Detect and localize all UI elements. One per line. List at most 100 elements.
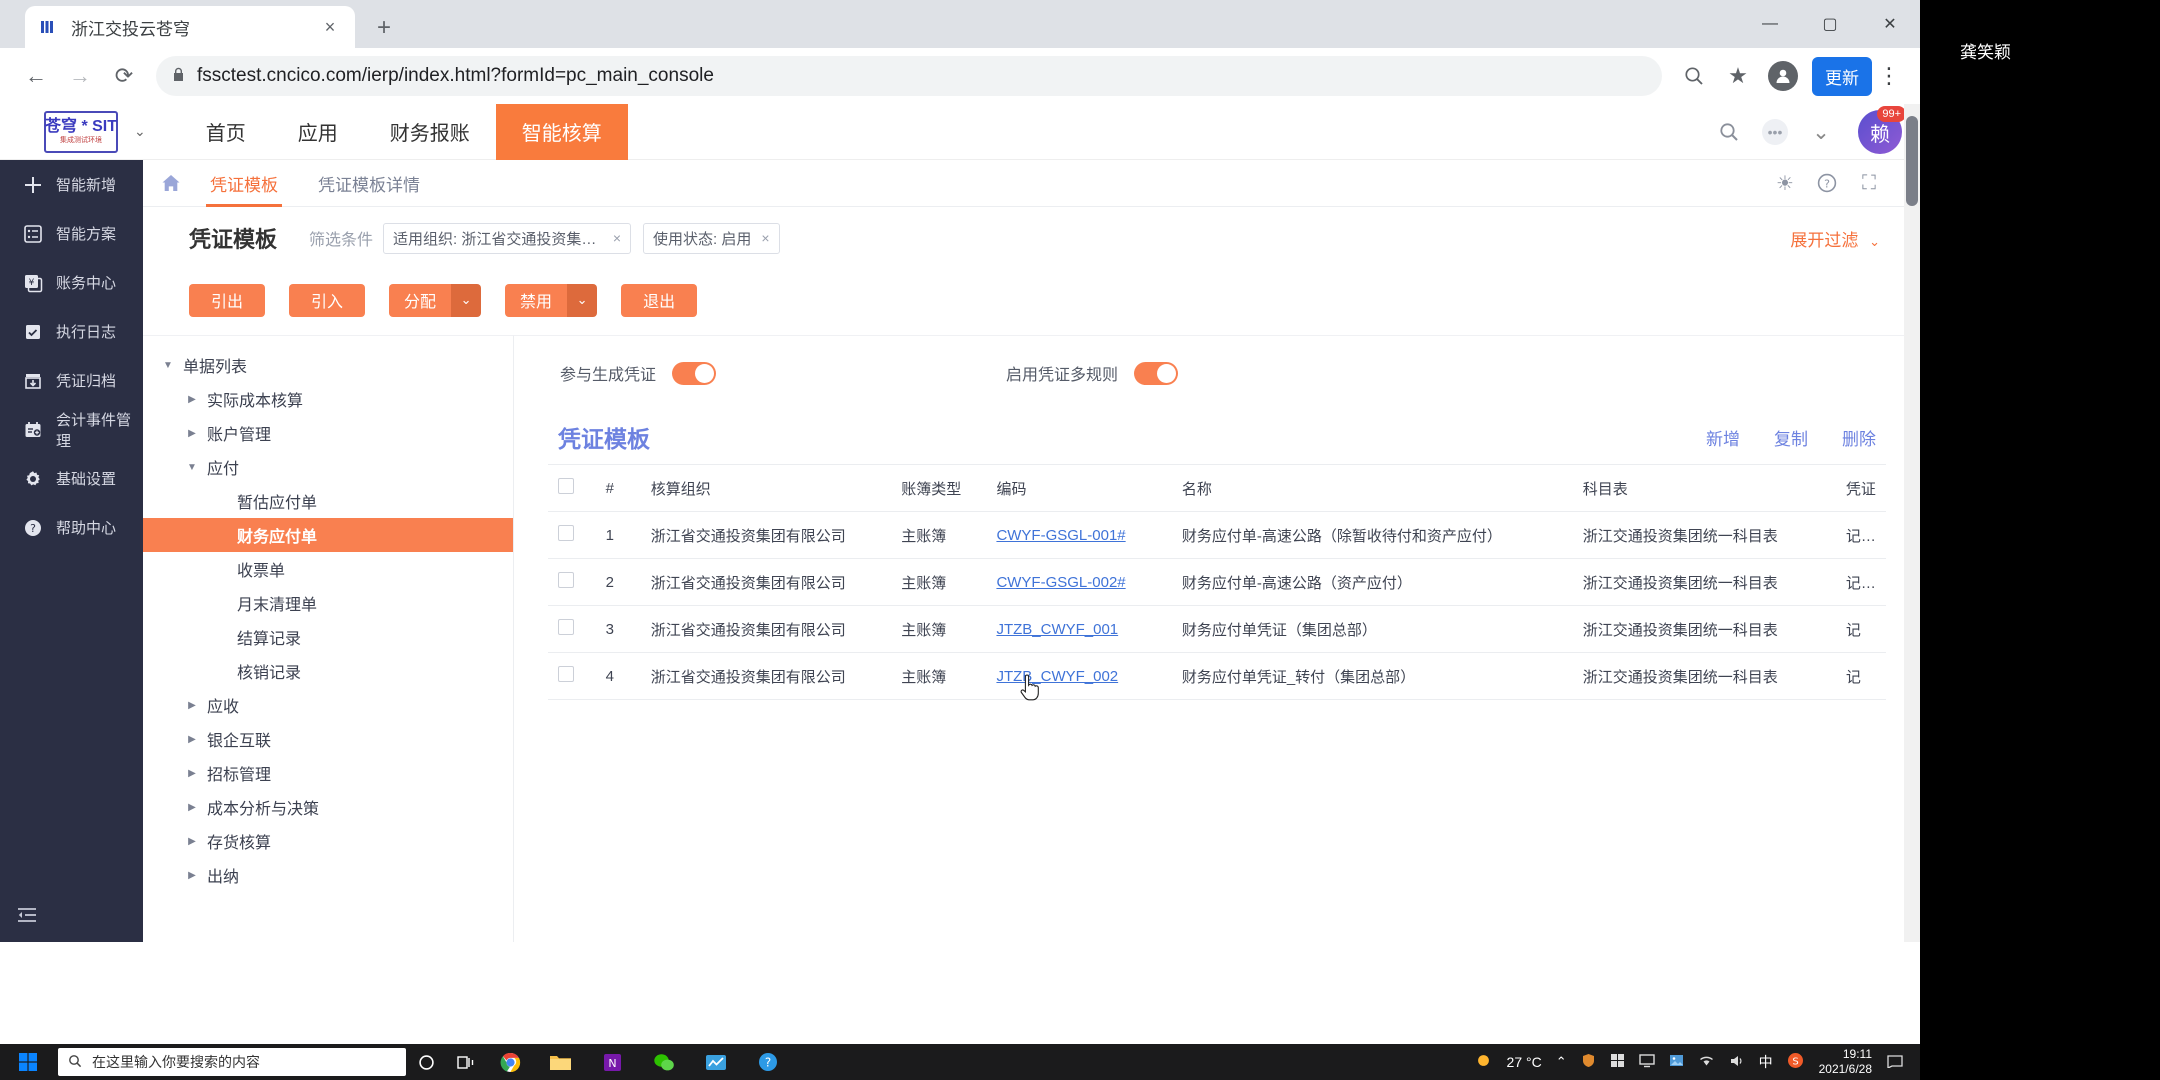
chevron-down-icon[interactable]: ⌄ <box>567 283 598 317</box>
checkbox[interactable] <box>558 666 574 682</box>
tree-node-inventory-accounting[interactable]: ▶ 存货核算 <box>143 824 513 858</box>
row-checkbox-cell[interactable] <box>548 652 596 700</box>
tree-node-estimated-payable[interactable]: 暂估应付单 <box>143 484 513 518</box>
tree-node-bank-enterprise[interactable]: ▶ 银企互联 <box>143 722 513 756</box>
monitor-icon[interactable] <box>1638 1053 1655 1071</box>
row-checkbox-cell[interactable] <box>548 511 596 559</box>
tab-close-icon[interactable]: × <box>317 14 343 40</box>
address-bar[interactable]: fssctest.cncico.com/ierp/index.html?form… <box>156 56 1662 96</box>
rail-item-accounting-events[interactable]: 会计事件管理 <box>0 405 143 454</box>
wifi-icon[interactable] <box>1698 1054 1715 1070</box>
checkbox[interactable] <box>558 478 574 494</box>
caret-right-icon[interactable]: ▶ <box>183 802 201 813</box>
help-icon[interactable]: ? <box>1806 162 1848 204</box>
chrome-icon[interactable] <box>486 1044 534 1080</box>
home-icon[interactable] <box>158 170 184 196</box>
user-avatar[interactable]: 赖 99+ <box>1858 106 1906 154</box>
select-all-header[interactable] <box>548 464 596 512</box>
expand-filter-button[interactable]: 展开过滤 ⌄ <box>1790 226 1880 251</box>
chevron-down-icon[interactable]: ⌄ <box>134 123 146 140</box>
tree-node-settlement-record[interactable]: 结算记录 <box>143 620 513 654</box>
checkbox[interactable] <box>558 572 574 588</box>
tree-node-actual-cost[interactable]: ▶ 实际成本核算 <box>143 382 513 416</box>
delete-button[interactable]: 删除 <box>1842 425 1876 450</box>
tray-expand-icon[interactable]: ⌃ <box>1556 1054 1567 1070</box>
row-checkbox-cell[interactable] <box>548 558 596 606</box>
exit-button[interactable]: 退出 <box>621 283 698 317</box>
tree-node-finance-payable[interactable]: 财务应付单 <box>143 518 513 552</box>
cell-code[interactable]: JTZB_CWYF_002 <box>986 652 1172 700</box>
ime-sogou-icon[interactable]: S <box>1787 1052 1804 1072</box>
onenote-icon[interactable]: N <box>586 1044 638 1080</box>
weather-temperature[interactable]: 27 °C <box>1507 1054 1542 1070</box>
start-icon[interactable] <box>0 1044 56 1080</box>
tree-node-month-end-clearing[interactable]: 月末清理单 <box>143 586 513 620</box>
caret-down-icon[interactable]: ▼ <box>159 360 177 371</box>
toggle-multi-rule[interactable]: 启用凭证多规则 <box>1006 361 1179 385</box>
caret-right-icon[interactable]: ▶ <box>183 768 201 779</box>
more-options-icon[interactable]: ••• <box>1752 109 1798 155</box>
bookmark-star-icon[interactable]: ★ <box>1716 54 1760 98</box>
table-row[interactable]: 3 浙江省交通投资集团有限公司 主账簿 JTZB_CWYF_001 财务应付单凭… <box>548 605 1886 653</box>
chart-app-icon[interactable] <box>690 1044 742 1080</box>
rail-item-help-center[interactable]: ? 帮助中心 <box>0 503 143 552</box>
table-row[interactable]: 1 浙江省交通投资集团有限公司 主账簿 CWYF-GSGL-001# 财务应付单… <box>548 511 1886 559</box>
cell-code[interactable]: CWYF-GSGL-002# <box>986 558 1172 606</box>
ime-language-indicator[interactable]: 中 <box>1759 1052 1773 1072</box>
caret-right-icon[interactable]: ▶ <box>183 836 201 847</box>
file-explorer-icon[interactable] <box>534 1044 586 1080</box>
window-minimize-button[interactable]: — <box>1740 0 1800 48</box>
nav-item-finance[interactable]: 财务报账 <box>364 104 496 160</box>
notification-icon[interactable] <box>1887 1054 1903 1071</box>
profile-avatar-icon[interactable] <box>1768 61 1798 91</box>
update-button[interactable]: 更新 <box>1812 56 1872 96</box>
cell-code[interactable]: JTZB_CWYF_001 <box>986 605 1172 653</box>
window-close-button[interactable]: ✕ <box>1860 0 1920 48</box>
chevron-down-icon[interactable]: ⌄ <box>1798 109 1844 155</box>
rail-item-smart-add[interactable]: 智能新增 <box>0 160 143 209</box>
toggle-generate-voucher[interactable]: 参与生成凭证 <box>560 361 717 385</box>
code-link[interactable]: JTZB_CWYF_002 <box>996 668 1118 685</box>
cell-code[interactable]: CWYF-GSGL-001# <box>986 511 1172 559</box>
caret-right-icon[interactable]: ▶ <box>183 700 201 711</box>
caret-right-icon[interactable]: ▶ <box>183 870 201 881</box>
close-icon[interactable]: × <box>613 230 621 246</box>
tab-voucher-template[interactable]: 凭证模板 <box>190 160 298 207</box>
row-checkbox-cell[interactable] <box>548 605 596 653</box>
rail-item-accounting-center[interactable]: ¥ 账务中心 <box>0 258 143 307</box>
tree-node-writeoff-record[interactable]: 核销记录 <box>143 654 513 688</box>
reload-icon[interactable]: ⟳ <box>102 54 146 98</box>
taskbar-clock[interactable]: 19:11 2021/6/28 <box>1819 1047 1872 1077</box>
chevron-down-icon[interactable]: ⌄ <box>451 283 482 317</box>
cortana-icon[interactable] <box>406 1044 446 1080</box>
nav-item-smart-accounting[interactable]: 智能核算 <box>495 104 628 160</box>
shield-icon[interactable] <box>1581 1053 1596 1071</box>
toggle-switch[interactable] <box>672 361 717 385</box>
nav-item-home[interactable]: 首页 <box>180 104 272 160</box>
tree-node-cost-analysis[interactable]: ▶ 成本分析与决策 <box>143 790 513 824</box>
checkbox[interactable] <box>558 525 574 541</box>
caret-right-icon[interactable]: ▶ <box>183 428 201 439</box>
rail-item-exec-log[interactable]: 执行日志 <box>0 307 143 356</box>
disable-split-button[interactable]: 禁用 ⌄ <box>505 283 598 317</box>
tree-node-cashier[interactable]: ▶ 出纳 <box>143 858 513 892</box>
code-link[interactable]: JTZB_CWYF_001 <box>996 621 1118 638</box>
browser-menu-icon[interactable]: ⋮ <box>1872 54 1906 98</box>
fullscreen-icon[interactable]: ⛶ <box>1848 162 1890 204</box>
grid-icon[interactable] <box>1610 1053 1625 1071</box>
code-link[interactable]: CWYF-GSGL-001# <box>996 527 1125 544</box>
code-link[interactable]: CWYF-GSGL-002# <box>996 574 1125 591</box>
wechat-icon[interactable] <box>638 1044 690 1080</box>
taskbar-search-input[interactable]: 在这里输入你要搜索的内容 <box>58 1048 406 1076</box>
tree-node-bidding-mgmt[interactable]: ▶ 招标管理 <box>143 756 513 790</box>
checkbox[interactable] <box>558 619 574 635</box>
table-row[interactable]: 4 浙江省交通投资集团有限公司 主账簿 JTZB_CWYF_002 财务应付单凭… <box>548 652 1886 700</box>
scrollbar-thumb[interactable] <box>1906 116 1918 206</box>
caret-right-icon[interactable]: ▶ <box>183 734 201 745</box>
copy-button[interactable]: 复制 <box>1774 425 1808 450</box>
collapse-icon[interactable] <box>12 900 42 930</box>
rail-item-smart-plan[interactable]: 智能方案 <box>0 209 143 258</box>
back-icon[interactable]: ← <box>14 54 58 98</box>
tree-node-payable[interactable]: ▼ 应付 <box>143 450 513 484</box>
tree-node-account-mgmt[interactable]: ▶ 账户管理 <box>143 416 513 450</box>
